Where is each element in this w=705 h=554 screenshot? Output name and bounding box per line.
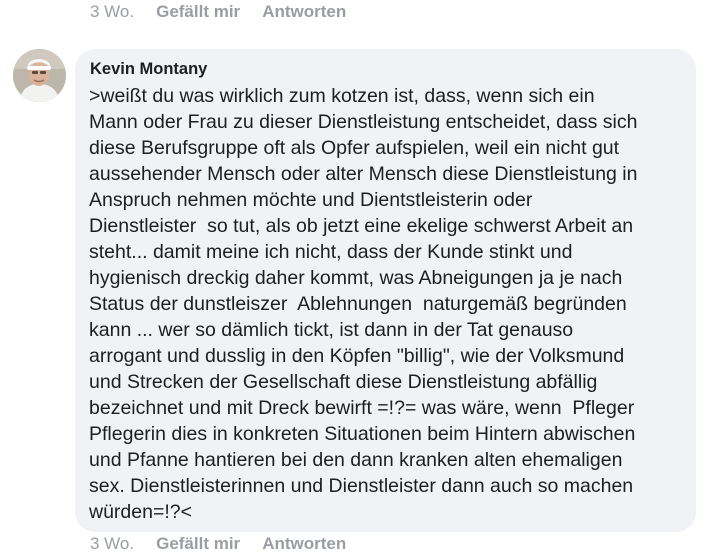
- comment-text-line: diese Berufsgruppe oft als Opfer aufspie…: [89, 137, 620, 159]
- comment-text-line: Status der dunstleiszer Ablehnungen natu…: [89, 293, 627, 315]
- comment-text-line: >weißt du was wirklich zum kotzen ist, d…: [89, 85, 595, 107]
- comment-text-line: Dienstleister so tut, als ob jetzt eine …: [89, 215, 634, 237]
- comment-text-line: Pflegerin dies in konkreten Situationen …: [89, 423, 636, 445]
- reply-button[interactable]: Antworten: [262, 534, 346, 554]
- comment-text: >weißt du was wirklich zum kotzen ist, d…: [89, 83, 689, 525]
- comment-text-line: Mann oder Frau zu dieser Dienstleistung …: [89, 111, 638, 133]
- comment-text-line: sex. Dienstleisterinnen und Dienstleiste…: [89, 475, 634, 497]
- like-button[interactable]: Gefällt mir: [156, 534, 240, 554]
- previous-comment-actions: 3 Wo. Gefällt mir Antworten: [90, 2, 346, 22]
- reply-button[interactable]: Antworten: [262, 2, 346, 22]
- comment-text-line: aussehender Mensch oder alter Mensch die…: [89, 163, 638, 185]
- comment-text-line: und Pfanne hantieren bei den dann kranke…: [89, 449, 623, 471]
- profile-photo-icon: [13, 49, 66, 102]
- comment-text-line: Anspruch nehmen möchte und Dientstleiste…: [89, 189, 533, 211]
- avatar[interactable]: [13, 49, 66, 102]
- comment-text-line: steht... damit meine ich nicht, dass der…: [89, 241, 573, 263]
- comment-text-line: und Strecken der Gesellschaft diese Dien…: [89, 371, 598, 393]
- comment-text-line: würden=!?<: [89, 501, 192, 523]
- comment-text-line: hygienisch dreckig daher kommt, was Abne…: [89, 267, 623, 289]
- comment-bubble: Kevin Montany >weißt du was wirklich zum…: [75, 49, 696, 532]
- comment-text-line: kann ... wer so dämlich tickt, ist dann …: [89, 319, 574, 341]
- comment-timestamp[interactable]: 3 Wo.: [90, 534, 134, 554]
- comment-text-line: arrogant und dusslig in den Köpfen "bill…: [89, 345, 625, 367]
- like-button[interactable]: Gefällt mir: [156, 2, 240, 22]
- comment-text-line: bezeichnet und mit Dreck bewirft =!?= wa…: [89, 397, 635, 419]
- comment-actions: 3 Wo. Gefällt mir Antworten: [90, 534, 346, 554]
- comment-timestamp[interactable]: 3 Wo.: [90, 2, 134, 22]
- comment-author[interactable]: Kevin Montany: [90, 60, 207, 79]
